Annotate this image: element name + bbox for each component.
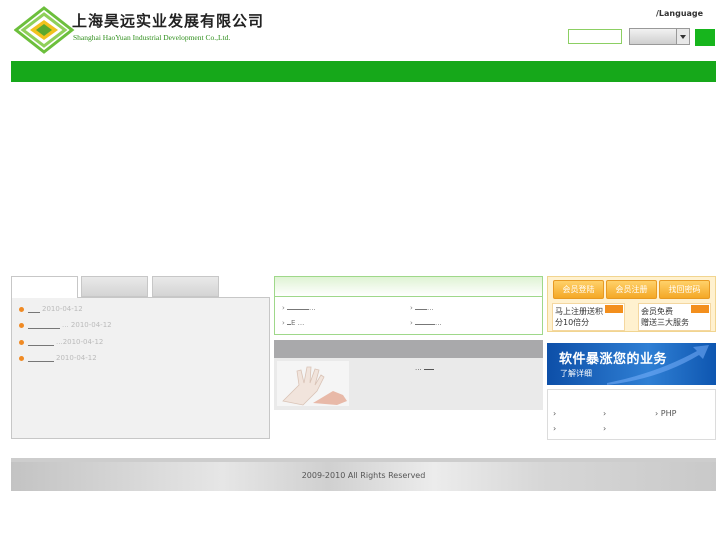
info-panel-header	[275, 277, 542, 297]
bullet-icon	[19, 339, 24, 345]
news-panel	[11, 297, 270, 439]
link-underline	[287, 309, 310, 310]
member-register-button[interactable]: 会员注册	[606, 280, 657, 299]
chevron-down-icon	[676, 29, 689, 44]
member-login-button[interactable]: 会员登陆	[553, 280, 604, 299]
quick-link[interactable]: ›	[553, 424, 556, 433]
footer-divider	[11, 458, 716, 462]
copyright-text: 2009-2010 All Rights Reserved	[301, 471, 426, 480]
company-logo[interactable]: 上海昊远实业发展有限公司 Shanghai HaoYuan Industrial…	[14, 6, 263, 54]
register-promo[interactable]: 马上注册送积 分10倍分	[552, 303, 625, 331]
logo-emblem-icon	[14, 6, 75, 54]
promo-banner[interactable]: 软件暴涨您的业务 了解详细	[547, 343, 716, 385]
company-name-en: Shanghai HaoYuan Industrial Development …	[73, 33, 231, 42]
info-link[interactable]: › ...	[410, 304, 434, 312]
recover-password-button[interactable]: 找回密码	[659, 280, 710, 299]
news-date: 2010-04-12	[70, 321, 112, 329]
search-input[interactable]	[568, 29, 622, 44]
list-item[interactable]: ... 2010-04-12	[19, 321, 112, 331]
promo-tag-icon	[691, 305, 709, 313]
quick-link[interactable]: ›	[603, 424, 606, 433]
list-item[interactable]: ...2010-04-12	[19, 338, 103, 348]
bullet-icon	[19, 322, 24, 328]
quick-links-panel	[547, 389, 716, 440]
main-nav-bar	[11, 61, 716, 82]
bullet-icon	[19, 355, 24, 361]
glove-icon	[277, 361, 349, 406]
product-image[interactable]	[277, 361, 349, 406]
ellipsis: ...	[435, 319, 442, 327]
product-section-header	[274, 340, 543, 358]
news-date: 2010-04-12	[42, 305, 83, 313]
link-text: E ...	[291, 319, 305, 327]
list-item[interactable]: 2010-04-12	[19, 354, 97, 364]
ellipsis: ...	[56, 338, 63, 346]
product-caption[interactable]: ...	[415, 364, 434, 372]
link-underline	[415, 324, 436, 325]
tab-1-active[interactable]	[11, 276, 78, 298]
list-item[interactable]: 2010-04-12	[19, 305, 83, 315]
news-date: 2010-04-12	[56, 354, 97, 362]
news-date: 2010-04-12	[62, 338, 104, 346]
ellipsis: ...	[62, 321, 69, 329]
company-name-cn: 上海昊远实业发展有限公司	[72, 12, 265, 30]
link-underline	[423, 369, 434, 370]
news-title-link[interactable]	[28, 312, 40, 313]
service-promo[interactable]: 会员免费 赠送三大服务	[638, 303, 711, 331]
search-category-select[interactable]	[629, 28, 690, 45]
promo-text: 赠送三大服务	[641, 318, 689, 327]
news-title-link[interactable]	[28, 328, 60, 329]
bullet-icon	[19, 306, 24, 312]
tab-3[interactable]	[152, 276, 219, 297]
quick-link[interactable]: ›	[553, 409, 556, 418]
search-button[interactable]	[695, 29, 715, 46]
news-title-link[interactable]	[28, 345, 54, 346]
ellipsis: ...	[427, 304, 434, 312]
info-link[interactable]: › ...	[410, 319, 442, 327]
promo-text: 分10倍分	[555, 318, 590, 327]
ellipsis: ...	[415, 364, 422, 372]
info-link[interactable]: › ...	[282, 304, 316, 312]
promo-tag-icon	[605, 305, 623, 313]
tab-2[interactable]	[81, 276, 148, 297]
quick-link[interactable]: ›	[603, 409, 606, 418]
banner-cta[interactable]: 了解详细	[560, 368, 592, 379]
info-link[interactable]: › E ...	[282, 319, 304, 327]
banner-headline: 软件暴涨您的业务	[559, 352, 668, 367]
quick-link-label: PHP	[660, 409, 677, 418]
language-link[interactable]: /Language	[656, 9, 703, 18]
quick-link-php[interactable]: › PHP	[655, 409, 676, 418]
news-title-link[interactable]	[28, 361, 54, 362]
ellipsis: ...	[309, 304, 316, 312]
link-underline	[415, 309, 428, 310]
